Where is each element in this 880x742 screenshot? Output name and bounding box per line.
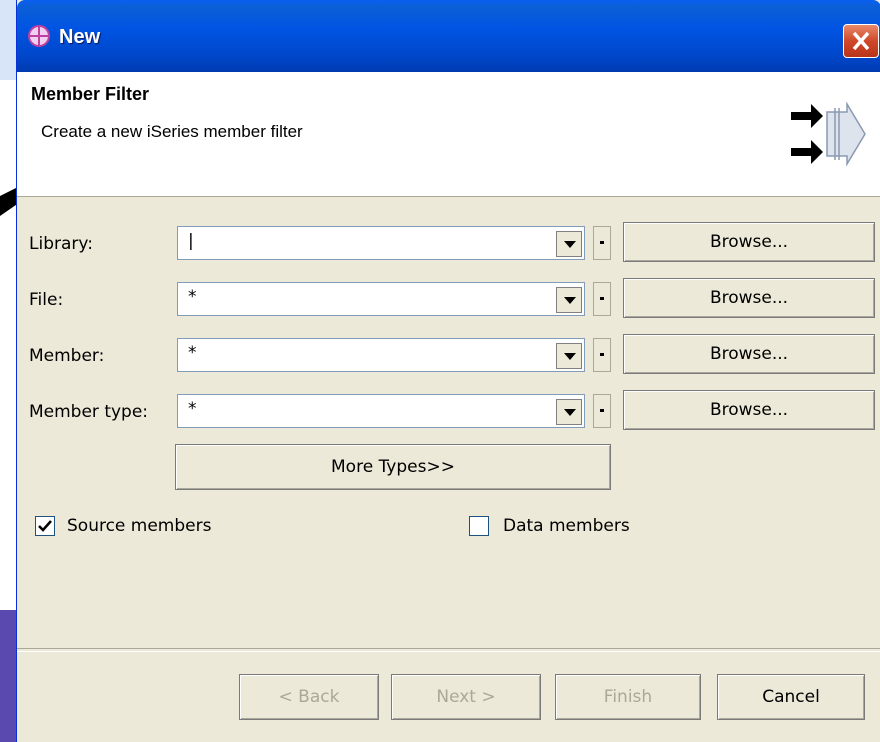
library-label: Library: xyxy=(29,234,93,254)
new-wizard-dialog: New Member Filter Create a new iSeries m… xyxy=(16,0,880,742)
member-browse-button[interactable]: Browse... xyxy=(623,334,875,374)
member-combo[interactable]: * xyxy=(177,338,585,372)
member-type-browse-button[interactable]: Browse... xyxy=(623,390,875,430)
library-dropdown-icon[interactable] xyxy=(556,231,582,257)
file-browse-button[interactable]: Browse... xyxy=(623,278,875,318)
file-history-button[interactable] xyxy=(593,282,611,316)
page-description: Create a new iSeries member filter xyxy=(41,122,303,141)
close-icon xyxy=(852,31,870,51)
background-desktop-fragment xyxy=(0,610,16,742)
member-type-label: Member type: xyxy=(29,402,149,422)
next-button[interactable]: Next > xyxy=(391,674,541,720)
member-type-dropdown-icon[interactable] xyxy=(556,399,582,425)
cancel-button[interactable]: Cancel xyxy=(717,674,865,720)
member-type-value: * xyxy=(188,399,197,419)
member-label: Member: xyxy=(29,346,105,366)
file-label: File: xyxy=(29,290,64,310)
checkmark-icon xyxy=(38,520,52,532)
more-types-button[interactable]: More Types>> xyxy=(175,444,611,490)
member-type-combo[interactable]: * xyxy=(177,394,585,428)
finish-button[interactable]: Finish xyxy=(555,674,701,720)
library-value: | xyxy=(188,231,194,251)
window-title: New xyxy=(59,26,101,48)
close-button[interactable] xyxy=(843,24,879,58)
member-value: * xyxy=(188,343,197,363)
member-type-history-button[interactable] xyxy=(593,394,611,428)
footer-separator xyxy=(17,648,880,652)
data-members-checkbox[interactable] xyxy=(469,516,489,536)
plus-target-icon xyxy=(28,25,50,47)
page-title: Member Filter xyxy=(31,84,150,104)
library-browse-button[interactable]: Browse... xyxy=(623,222,875,262)
wizard-arrows-icon xyxy=(791,101,866,167)
source-members-label: Source members xyxy=(67,516,212,536)
library-combo[interactable]: | xyxy=(177,226,585,260)
file-value: * xyxy=(188,287,197,307)
data-members-label: Data members xyxy=(503,516,630,536)
wizard-header: Member Filter Create a new iSeries membe… xyxy=(17,72,880,197)
title-bar[interactable]: New xyxy=(17,0,880,72)
back-button[interactable]: < Back xyxy=(239,674,379,720)
source-members-checkbox[interactable] xyxy=(35,516,55,536)
member-history-button[interactable] xyxy=(593,338,611,372)
library-history-button[interactable] xyxy=(593,226,611,260)
member-dropdown-icon[interactable] xyxy=(556,343,582,369)
file-combo[interactable]: * xyxy=(177,282,585,316)
file-dropdown-icon[interactable] xyxy=(556,287,582,313)
